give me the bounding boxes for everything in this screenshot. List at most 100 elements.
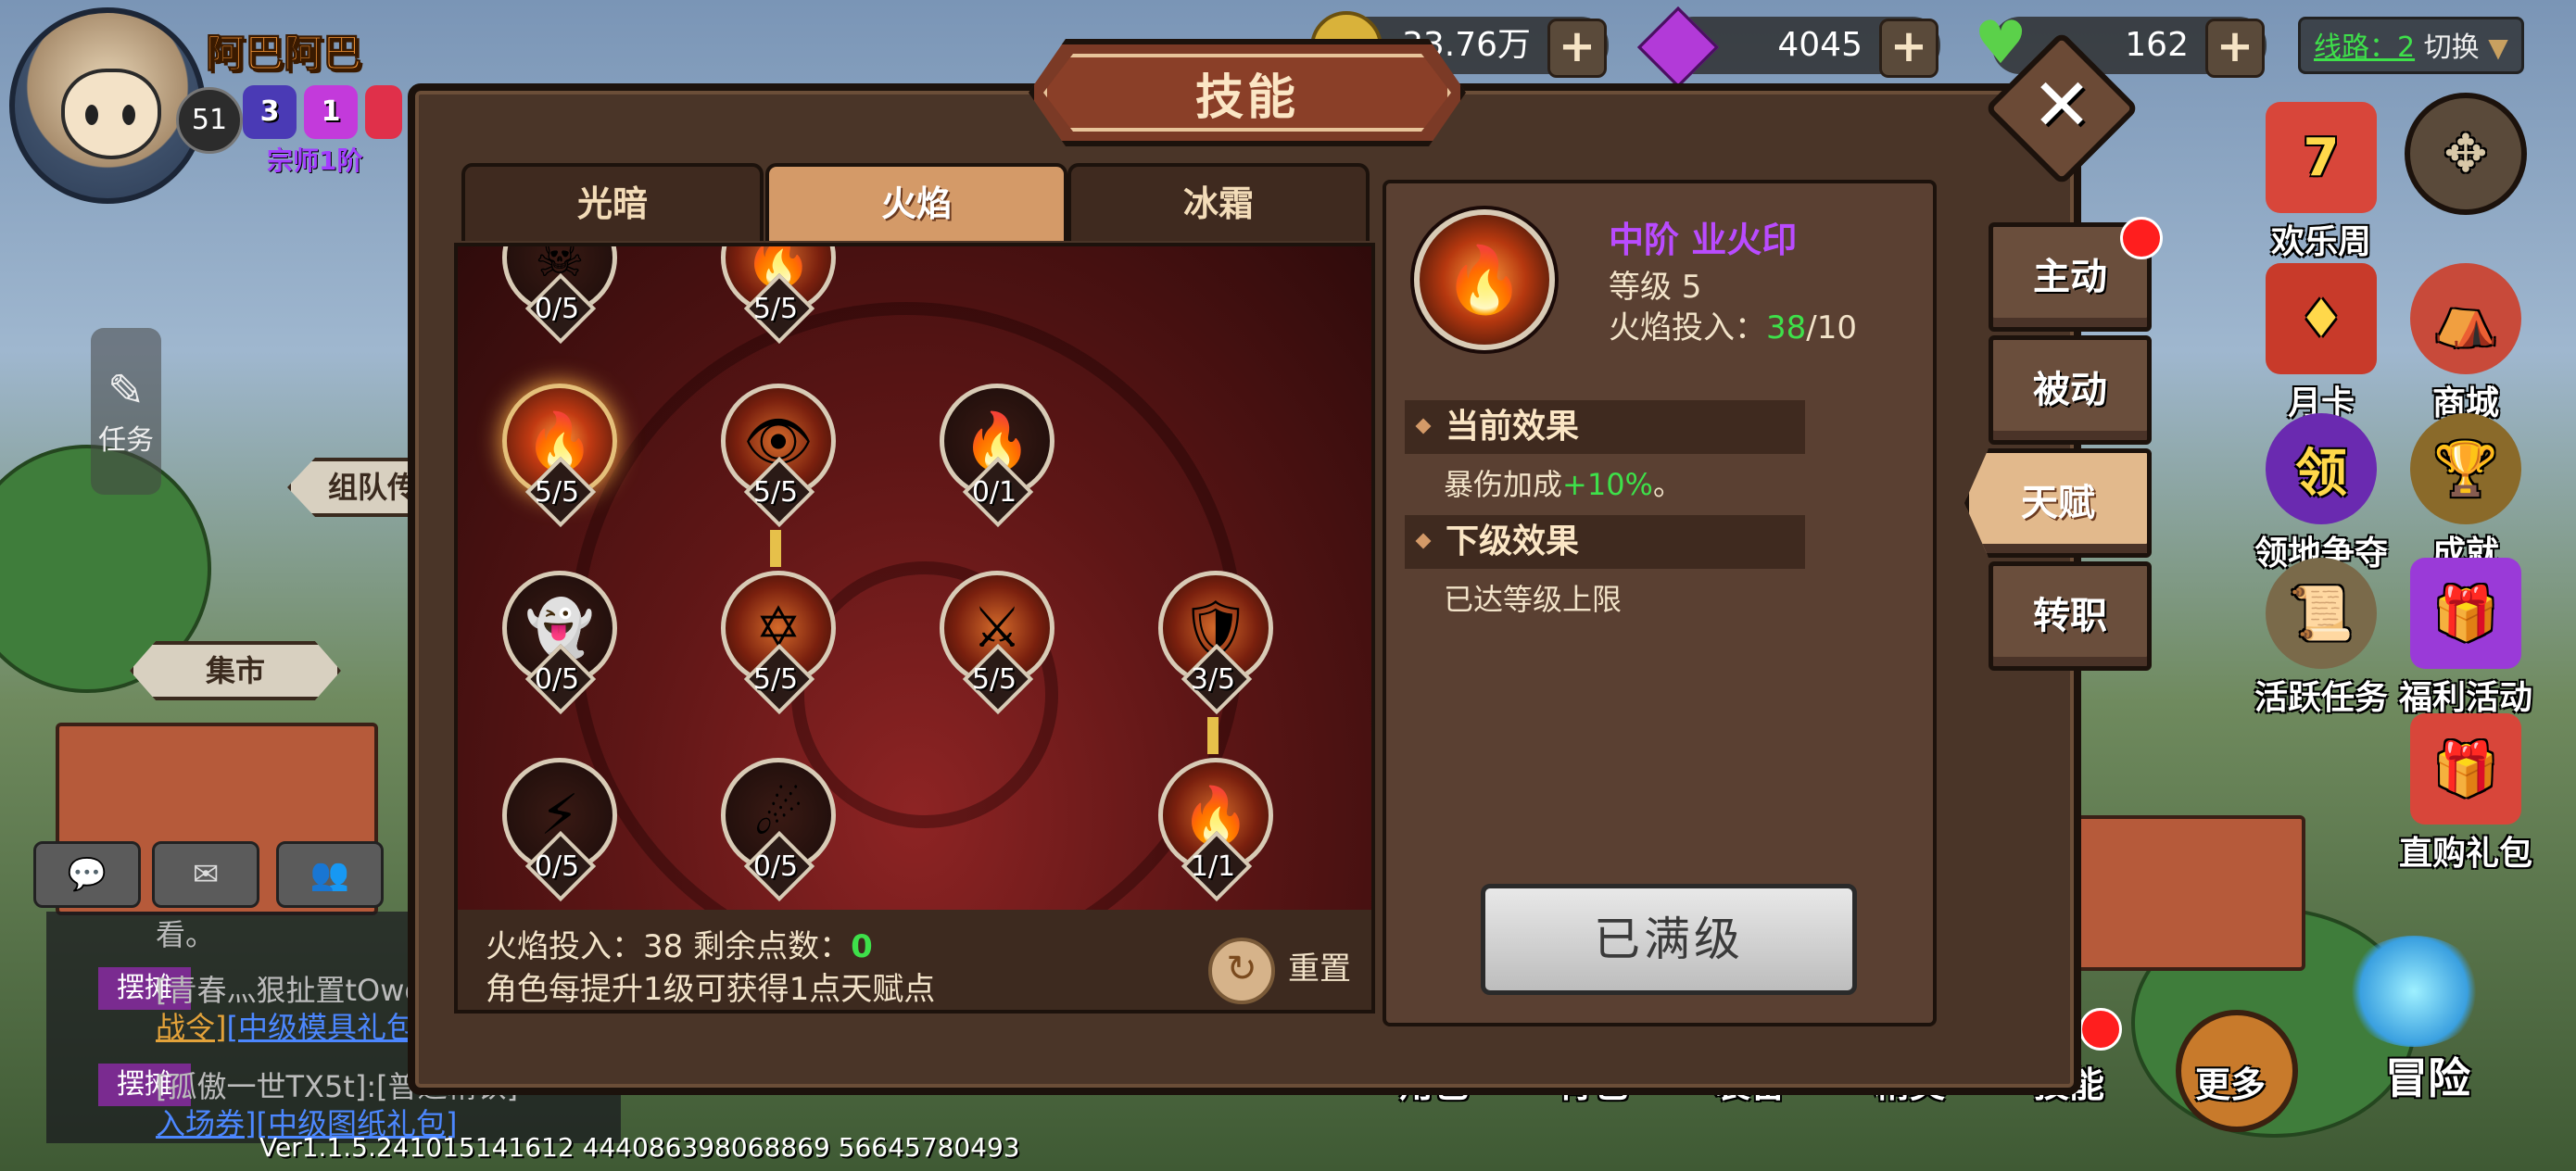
territory-button[interactable]: 领 领地争夺: [2252, 413, 2391, 574]
chat-bubble-icon[interactable]: 💬: [33, 841, 141, 908]
node-count: 5/5: [752, 476, 799, 509]
effect-label: 暴伤加成: [1444, 467, 1563, 502]
side-tab-class-change[interactable]: 转职: [1989, 561, 2152, 671]
tab-frost[interactable]: 冰霜: [1067, 163, 1370, 241]
invest-label: 火焰投入：: [486, 928, 643, 965]
chat-link[interactable]: [中级模具礼包: [227, 1010, 417, 1045]
daily-task-button[interactable]: 📜 活跃任务: [2252, 558, 2391, 719]
happy-week-button[interactable]: 7 欢乐周: [2252, 102, 2391, 263]
task-button[interactable]: ✎ 任务: [91, 328, 161, 495]
talent-node[interactable]: ✡ 5/5: [715, 565, 836, 715]
side-tab-passive[interactable]: 被动: [1989, 335, 2152, 445]
gem-counter: 4045 +: [1636, 6, 1940, 89]
reset-button[interactable]: 重置: [1288, 943, 1351, 988]
present-icon: 🎁: [2410, 558, 2521, 669]
node-count: 0/5: [752, 850, 799, 883]
version-text: Ver1.1.5.241015141612 444086398068869 56…: [259, 1132, 1020, 1163]
player-level: 51: [176, 87, 243, 154]
notification-dot: [2079, 1008, 2122, 1051]
market-sign[interactable]: 集市: [130, 641, 341, 700]
gift-box-icon: 7: [2266, 102, 2377, 213]
player-avatar[interactable]: [9, 7, 206, 204]
next-effect-header: 下级效果: [1405, 515, 1805, 569]
friends-icon[interactable]: 👥: [276, 841, 384, 908]
talent-node[interactable]: ⚔ 5/5: [934, 565, 1054, 715]
diamond-bullet-icon: [1415, 533, 1432, 549]
player-rank: 宗师1阶: [267, 145, 363, 176]
talent-node[interactable]: 🔥 5/5: [715, 246, 836, 345]
mail-icon[interactable]: ✉: [152, 841, 259, 908]
chevron-down-icon: ▼: [2488, 32, 2508, 63]
points-summary: 火焰投入：38 剩余点数：0: [486, 921, 873, 966]
invest-have: 38: [1766, 309, 1807, 346]
tab-fire[interactable]: 火焰: [765, 163, 1067, 241]
node-count: 5/5: [971, 663, 1017, 696]
skill-invest: 火焰投入：38/10: [1609, 302, 1857, 347]
talent-node[interactable]: ⚡ 0/5: [497, 752, 617, 902]
nav-more[interactable]: 更多: [2179, 1056, 2281, 1107]
skill-name: 中阶 业火印: [1609, 220, 1798, 260]
shop-button[interactable]: ⛺ 商城: [2396, 263, 2535, 424]
avatar-face: [61, 69, 161, 159]
current-effect-header: 当前效果: [1405, 400, 1805, 454]
portal-icon[interactable]: [2344, 936, 2483, 1047]
node-count: 0/5: [534, 663, 580, 696]
fire-swirl-icon: 🔥: [1414, 209, 1555, 350]
achievement-button[interactable]: 🏆 成就: [2396, 413, 2535, 574]
compass-icon: ✥: [2405, 93, 2527, 215]
talent-node[interactable]: 🛡 3/5: [1153, 565, 1273, 715]
menu-label: 活跃任务: [2254, 679, 2388, 717]
node-connector: [770, 530, 781, 567]
talent-node-selected[interactable]: 🔥 5/5: [497, 378, 617, 528]
current-effect-text: 暴伤加成+10%。: [1444, 461, 1683, 504]
node-count: 3/5: [1190, 663, 1236, 696]
route-current[interactable]: 线路：2: [2314, 31, 2415, 64]
talent-node[interactable]: 🔥 0/1: [934, 378, 1054, 528]
chat-link[interactable]: 战令]: [156, 1010, 227, 1045]
node-count: 5/5: [534, 476, 580, 509]
menu-label: 直购礼包: [2398, 835, 2532, 873]
side-tab-talent[interactable]: 天赋: [1964, 448, 2152, 558]
max-level-button[interactable]: 已满级: [1481, 884, 1857, 995]
gem-add-button[interactable]: +: [1879, 19, 1938, 78]
shop-tent-icon: ⛺: [2410, 263, 2521, 374]
settings-wheel-button[interactable]: ✥: [2396, 93, 2535, 217]
avatar-eye: [122, 105, 135, 125]
invest-label: 火焰投入：: [1609, 309, 1766, 346]
panel-title-banner: 技能: [1029, 39, 1466, 146]
nav-adventure[interactable]: 冒险: [2354, 1045, 2502, 1106]
node-count: 0/5: [534, 293, 580, 325]
route-switch[interactable]: 线路：2 切换 ▼: [2298, 17, 2524, 74]
invest-value: 38: [643, 928, 684, 965]
vip-badge-icon: 1: [304, 85, 358, 139]
effect-end: 。: [1652, 467, 1683, 502]
gem-icon: [1636, 6, 1720, 89]
chat-link[interactable]: 入场券]: [156, 1106, 257, 1141]
node-count: 5/5: [752, 293, 799, 325]
remain-label: 剩余点数：: [693, 928, 852, 965]
scroll-icon: 📜: [2266, 558, 2377, 669]
talent-node[interactable]: ☠ 0/5: [497, 246, 617, 345]
heart-add-button[interactable]: +: [2205, 19, 2265, 78]
talent-tree[interactable]: ☠ 0/5 🔥 5/5 🔥 5/5 👁 5/5 🔥 0/1 👻 0/5 ✡ 5/…: [454, 243, 1375, 917]
remain-value: 0: [851, 928, 873, 965]
talent-node[interactable]: 👻 0/5: [497, 565, 617, 715]
talent-node[interactable]: 👁 5/5: [715, 378, 836, 528]
talent-node[interactable]: ☄ 0/5: [715, 752, 836, 902]
talent-node[interactable]: 🔥 1/1: [1153, 752, 1273, 902]
direct-pack-button[interactable]: 🎁 直购礼包: [2396, 713, 2535, 875]
node-connector: [1207, 717, 1219, 754]
next-effect-title: 下级效果: [1446, 523, 1580, 560]
task-label: 任务: [98, 424, 154, 457]
tab-light-dark[interactable]: 光暗: [461, 163, 764, 241]
node-count: 5/5: [752, 663, 799, 696]
next-effect-text: 已达等级上限: [1444, 582, 1623, 617]
player-name: 阿巴阿巴: [205, 31, 362, 77]
route-switch-label: 切换: [2423, 31, 2480, 64]
reset-icon[interactable]: ↻: [1208, 938, 1275, 1004]
heart-badge-icon: [365, 85, 402, 139]
heart-value: 162: [2125, 26, 2189, 64]
gold-add-button[interactable]: +: [1547, 19, 1607, 78]
welfare-button[interactable]: 🎁 福利活动: [2396, 558, 2535, 719]
monthly-card-button[interactable]: ♦ 月卡: [2252, 263, 2391, 424]
